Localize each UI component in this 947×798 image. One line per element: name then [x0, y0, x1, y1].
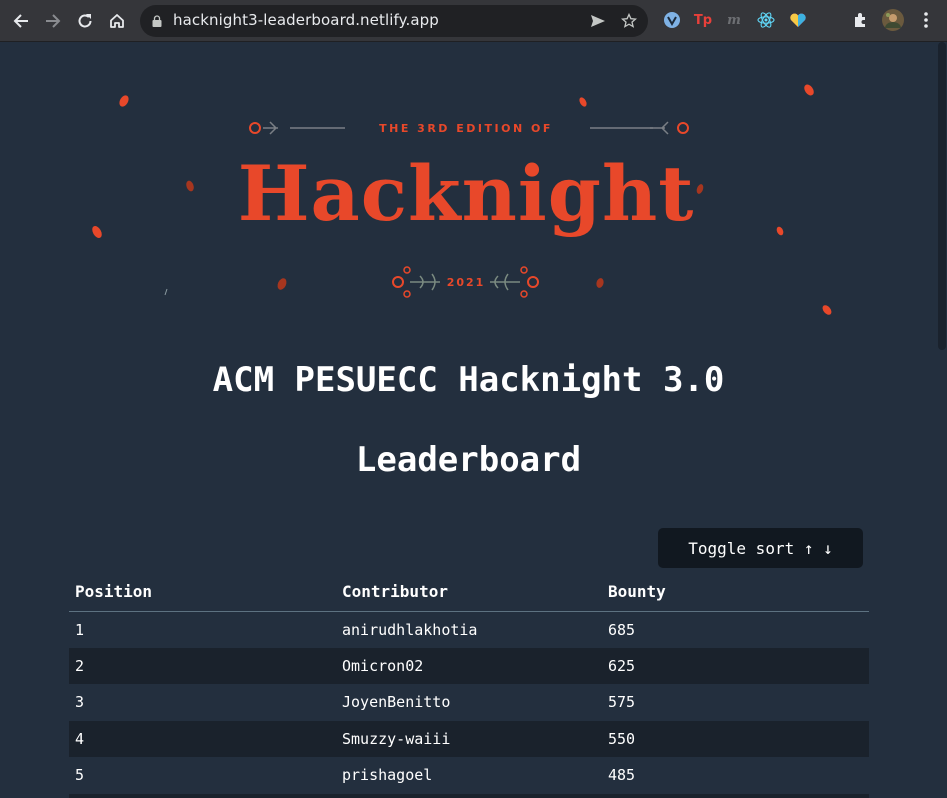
- table-row: 3 JoyenBenitto 575: [69, 684, 869, 721]
- browser-toolbar: hacknight3-leaderboard.netlify.app Tp m: [0, 0, 947, 42]
- contributor-cell: Smuzzy-waiii: [336, 720, 602, 757]
- page-subtitle: Leaderboard: [355, 440, 582, 480]
- table-row-partial: [69, 793, 869, 798]
- position-cell: 4: [69, 720, 336, 757]
- send-icon[interactable]: [588, 11, 608, 31]
- position-cell: 5: [75, 766, 85, 785]
- contributor-cell: Omicron02: [336, 647, 602, 684]
- position-cell: 3: [75, 693, 85, 712]
- position-cell: 2: [69, 647, 336, 684]
- profile-avatar[interactable]: [882, 9, 904, 31]
- reload-icon[interactable]: [73, 9, 97, 33]
- header-bounty: Bounty: [602, 572, 869, 612]
- leaderboard-table: Position Contributor Bounty 1 anirudhlak…: [69, 572, 869, 798]
- contributor-cell: prishagoel: [342, 766, 433, 785]
- page-title: ACM PESUECC Hacknight 3.0: [212, 360, 725, 400]
- extension-tp-icon[interactable]: Tp: [693, 10, 713, 30]
- table-row: 1 anirudhlakhotia 685: [69, 611, 869, 648]
- toggle-sort-button[interactable]: Toggle sort ↑ ↓: [658, 528, 863, 568]
- extensions-puzzle-icon[interactable]: [851, 10, 871, 30]
- star-icon[interactable]: [619, 11, 639, 31]
- edition-text: THE 3RD EDITION OF: [379, 122, 553, 135]
- hacknight-logo: Hacknight: [238, 149, 695, 238]
- extension-m-icon[interactable]: m: [724, 10, 744, 30]
- url-text[interactable]: hacknight3-leaderboard.netlify.app: [173, 11, 439, 29]
- table-row: 5 prishagoel 485: [69, 757, 869, 794]
- bounty-cell: 550: [602, 720, 869, 757]
- forward-icon[interactable]: [41, 9, 65, 33]
- contributor-cell: anirudhlakhotia: [342, 620, 478, 639]
- header-position: Position: [69, 572, 336, 612]
- home-icon[interactable]: [105, 9, 129, 33]
- table-row: 2 Omicron02 625: [69, 647, 869, 684]
- scrollbar-thumb[interactable]: [938, 42, 946, 350]
- bounty-cell: 685: [608, 620, 636, 639]
- address-bar[interactable]: hacknight3-leaderboard.netlify.app: [140, 5, 648, 37]
- bounty-cell: 575: [608, 693, 636, 712]
- back-icon[interactable]: [9, 9, 33, 33]
- page-scrollbar[interactable]: [937, 42, 947, 798]
- more-menu-icon[interactable]: [916, 10, 936, 30]
- react-devtools-icon[interactable]: [756, 10, 776, 30]
- bounty-cell: 485: [608, 766, 636, 785]
- table-header-row: Position Contributor Bounty: [69, 572, 869, 612]
- heart-extension-icon[interactable]: [788, 10, 808, 30]
- extension-v-icon[interactable]: [662, 10, 682, 30]
- contributor-cell: JoyenBenitto: [342, 693, 451, 712]
- header-contributor: Contributor: [336, 572, 602, 612]
- bounty-cell: 625: [602, 647, 869, 684]
- position-cell: 1: [75, 620, 85, 639]
- table-row: 4 Smuzzy-waiii 550: [69, 720, 869, 757]
- lock-icon: [152, 15, 162, 27]
- page-content: THE 3RD EDITION OF Hacknight 2021 ACM PE…: [0, 42, 937, 798]
- year-text: 2021: [447, 276, 486, 289]
- hacknight-banner: THE 3RD EDITION OF Hacknight 2021: [92, 84, 832, 315]
